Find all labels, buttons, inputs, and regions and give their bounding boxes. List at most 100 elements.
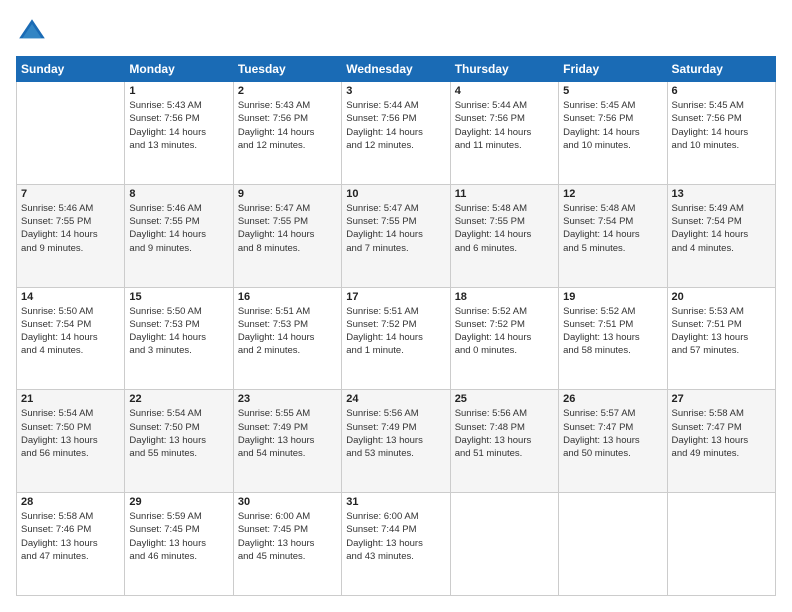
day-number: 16 bbox=[238, 291, 337, 303]
calendar-cell: 14 Sunrise: 5:50 AMSunset: 7:54 PMDayligh… bbox=[17, 287, 125, 390]
day-info: Sunrise: 5:55 AMSunset: 7:49 PMDaylight:… bbox=[238, 407, 337, 460]
day-info: Sunrise: 5:45 AMSunset: 7:56 PMDaylight:… bbox=[672, 99, 771, 152]
calendar-cell: 23 Sunrise: 5:55 AMSunset: 7:49 PMDayligh… bbox=[233, 390, 341, 493]
day-number: 12 bbox=[563, 188, 662, 200]
day-info: Sunrise: 5:48 AMSunset: 7:54 PMDaylight:… bbox=[563, 202, 662, 255]
day-info: Sunrise: 5:43 AMSunset: 7:56 PMDaylight:… bbox=[238, 99, 337, 152]
day-number: 13 bbox=[672, 188, 771, 200]
day-info: Sunrise: 5:58 AMSunset: 7:46 PMDaylight:… bbox=[21, 510, 120, 563]
day-number: 5 bbox=[563, 85, 662, 97]
day-info: Sunrise: 5:52 AMSunset: 7:52 PMDaylight:… bbox=[455, 305, 554, 358]
day-number: 27 bbox=[672, 393, 771, 405]
calendar-header-thursday: Thursday bbox=[450, 57, 558, 82]
header bbox=[16, 16, 776, 48]
day-info: Sunrise: 5:44 AMSunset: 7:56 PMDaylight:… bbox=[346, 99, 445, 152]
calendar-cell: 30Sunrise: 6:00 AMSunset: 7:45 PMDayligh… bbox=[233, 493, 341, 596]
day-info: Sunrise: 5:51 AMSunset: 7:53 PMDaylight:… bbox=[238, 305, 337, 358]
day-info: Sunrise: 5:47 AMSunset: 7:55 PMDaylight:… bbox=[238, 202, 337, 255]
day-number: 24 bbox=[346, 393, 445, 405]
calendar-cell: 6 Sunrise: 5:45 AMSunset: 7:56 PMDaylight… bbox=[667, 82, 775, 185]
day-info: Sunrise: 5:57 AMSunset: 7:47 PMDaylight:… bbox=[563, 407, 662, 460]
calendar-week-5: 28 Sunrise: 5:58 AMSunset: 7:46 PMDayligh… bbox=[17, 493, 776, 596]
day-info: Sunrise: 5:46 AMSunset: 7:55 PMDaylight:… bbox=[21, 202, 120, 255]
calendar-cell: 7 Sunrise: 5:46 AMSunset: 7:55 PMDaylight… bbox=[17, 184, 125, 287]
day-number: 15 bbox=[129, 291, 228, 303]
day-number: 14 bbox=[21, 291, 120, 303]
calendar-table: SundayMondayTuesdayWednesdayThursdayFrid… bbox=[16, 56, 776, 596]
logo-icon bbox=[16, 16, 48, 48]
calendar-cell: 12 Sunrise: 5:48 AMSunset: 7:54 PMDayligh… bbox=[559, 184, 667, 287]
calendar-cell: 15 Sunrise: 5:50 AMSunset: 7:53 PMDayligh… bbox=[125, 287, 233, 390]
calendar-cell: 24Sunrise: 5:56 AMSunset: 7:49 PMDayligh… bbox=[342, 390, 450, 493]
day-info: Sunrise: 5:43 AMSunset: 7:56 PMDaylight:… bbox=[129, 99, 228, 152]
day-number: 18 bbox=[455, 291, 554, 303]
day-number: 10 bbox=[346, 188, 445, 200]
logo bbox=[16, 16, 52, 48]
day-number: 20 bbox=[672, 291, 771, 303]
calendar-cell: 27 Sunrise: 5:58 AMSunset: 7:47 PMDayligh… bbox=[667, 390, 775, 493]
calendar-cell: 22 Sunrise: 5:54 AMSunset: 7:50 PMDayligh… bbox=[125, 390, 233, 493]
calendar-cell: 1 Sunrise: 5:43 AMSunset: 7:56 PMDaylight… bbox=[125, 82, 233, 185]
day-info: Sunrise: 5:53 AMSunset: 7:51 PMDaylight:… bbox=[672, 305, 771, 358]
calendar-cell: 10 Sunrise: 5:47 AMSunset: 7:55 PMDayligh… bbox=[342, 184, 450, 287]
day-number: 26 bbox=[563, 393, 662, 405]
calendar-cell: 8Sunrise: 5:46 AMSunset: 7:55 PMDaylight… bbox=[125, 184, 233, 287]
day-number: 23 bbox=[238, 393, 337, 405]
calendar-week-2: 7 Sunrise: 5:46 AMSunset: 7:55 PMDaylight… bbox=[17, 184, 776, 287]
day-info: Sunrise: 5:52 AMSunset: 7:51 PMDaylight:… bbox=[563, 305, 662, 358]
day-info: Sunrise: 5:56 AMSunset: 7:48 PMDaylight:… bbox=[455, 407, 554, 460]
calendar-cell: 29 Sunrise: 5:59 AMSunset: 7:45 PMDayligh… bbox=[125, 493, 233, 596]
calendar-cell bbox=[559, 493, 667, 596]
day-info: Sunrise: 5:54 AMSunset: 7:50 PMDaylight:… bbox=[21, 407, 120, 460]
day-number: 29 bbox=[129, 496, 228, 508]
day-info: Sunrise: 5:49 AMSunset: 7:54 PMDaylight:… bbox=[672, 202, 771, 255]
day-number: 3 bbox=[346, 85, 445, 97]
day-number: 6 bbox=[672, 85, 771, 97]
day-number: 28 bbox=[21, 496, 120, 508]
calendar-cell: 17 Sunrise: 5:51 AMSunset: 7:52 PMDayligh… bbox=[342, 287, 450, 390]
calendar-header-sunday: Sunday bbox=[17, 57, 125, 82]
day-info: Sunrise: 5:50 AMSunset: 7:54 PMDaylight:… bbox=[21, 305, 120, 358]
day-number: 22 bbox=[129, 393, 228, 405]
day-info: Sunrise: 6:00 AMSunset: 7:45 PMDaylight:… bbox=[238, 510, 337, 563]
day-info: Sunrise: 5:45 AMSunset: 7:56 PMDaylight:… bbox=[563, 99, 662, 152]
calendar-header-saturday: Saturday bbox=[667, 57, 775, 82]
day-number: 31 bbox=[346, 496, 445, 508]
day-info: Sunrise: 5:48 AMSunset: 7:55 PMDaylight:… bbox=[455, 202, 554, 255]
calendar-header-friday: Friday bbox=[559, 57, 667, 82]
calendar-header-wednesday: Wednesday bbox=[342, 57, 450, 82]
day-info: Sunrise: 5:54 AMSunset: 7:50 PMDaylight:… bbox=[129, 407, 228, 460]
day-number: 7 bbox=[21, 188, 120, 200]
day-info: Sunrise: 5:50 AMSunset: 7:53 PMDaylight:… bbox=[129, 305, 228, 358]
day-info: Sunrise: 5:51 AMSunset: 7:52 PMDaylight:… bbox=[346, 305, 445, 358]
calendar-cell: 26 Sunrise: 5:57 AMSunset: 7:47 PMDayligh… bbox=[559, 390, 667, 493]
calendar-header-row: SundayMondayTuesdayWednesdayThursdayFrid… bbox=[17, 57, 776, 82]
day-number: 21 bbox=[21, 393, 120, 405]
calendar-cell: 5 Sunrise: 5:45 AMSunset: 7:56 PMDaylight… bbox=[559, 82, 667, 185]
day-number: 17 bbox=[346, 291, 445, 303]
calendar-cell: 31 Sunrise: 6:00 AMSunset: 7:44 PMDayligh… bbox=[342, 493, 450, 596]
calendar-cell: 19 Sunrise: 5:52 AMSunset: 7:51 PMDayligh… bbox=[559, 287, 667, 390]
calendar-cell: 25Sunrise: 5:56 AMSunset: 7:48 PMDayligh… bbox=[450, 390, 558, 493]
calendar-header-monday: Monday bbox=[125, 57, 233, 82]
day-info: Sunrise: 5:59 AMSunset: 7:45 PMDaylight:… bbox=[129, 510, 228, 563]
day-number: 8 bbox=[129, 188, 228, 200]
calendar-cell: 3 Sunrise: 5:44 AMSunset: 7:56 PMDaylight… bbox=[342, 82, 450, 185]
day-info: Sunrise: 5:58 AMSunset: 7:47 PMDaylight:… bbox=[672, 407, 771, 460]
calendar-cell: 13 Sunrise: 5:49 AMSunset: 7:54 PMDayligh… bbox=[667, 184, 775, 287]
calendar-cell bbox=[667, 493, 775, 596]
day-number: 4 bbox=[455, 85, 554, 97]
day-number: 19 bbox=[563, 291, 662, 303]
day-info: Sunrise: 5:47 AMSunset: 7:55 PMDaylight:… bbox=[346, 202, 445, 255]
day-info: Sunrise: 5:44 AMSunset: 7:56 PMDaylight:… bbox=[455, 99, 554, 152]
calendar-cell: 20 Sunrise: 5:53 AMSunset: 7:51 PMDayligh… bbox=[667, 287, 775, 390]
calendar-cell bbox=[450, 493, 558, 596]
calendar-cell: 28 Sunrise: 5:58 AMSunset: 7:46 PMDayligh… bbox=[17, 493, 125, 596]
calendar-header-tuesday: Tuesday bbox=[233, 57, 341, 82]
day-info: Sunrise: 6:00 AMSunset: 7:44 PMDaylight:… bbox=[346, 510, 445, 563]
calendar-cell: 18 Sunrise: 5:52 AMSunset: 7:52 PMDayligh… bbox=[450, 287, 558, 390]
day-number: 1 bbox=[129, 85, 228, 97]
calendar-cell: 21 Sunrise: 5:54 AMSunset: 7:50 PMDayligh… bbox=[17, 390, 125, 493]
calendar-week-3: 14 Sunrise: 5:50 AMSunset: 7:54 PMDayligh… bbox=[17, 287, 776, 390]
day-number: 2 bbox=[238, 85, 337, 97]
